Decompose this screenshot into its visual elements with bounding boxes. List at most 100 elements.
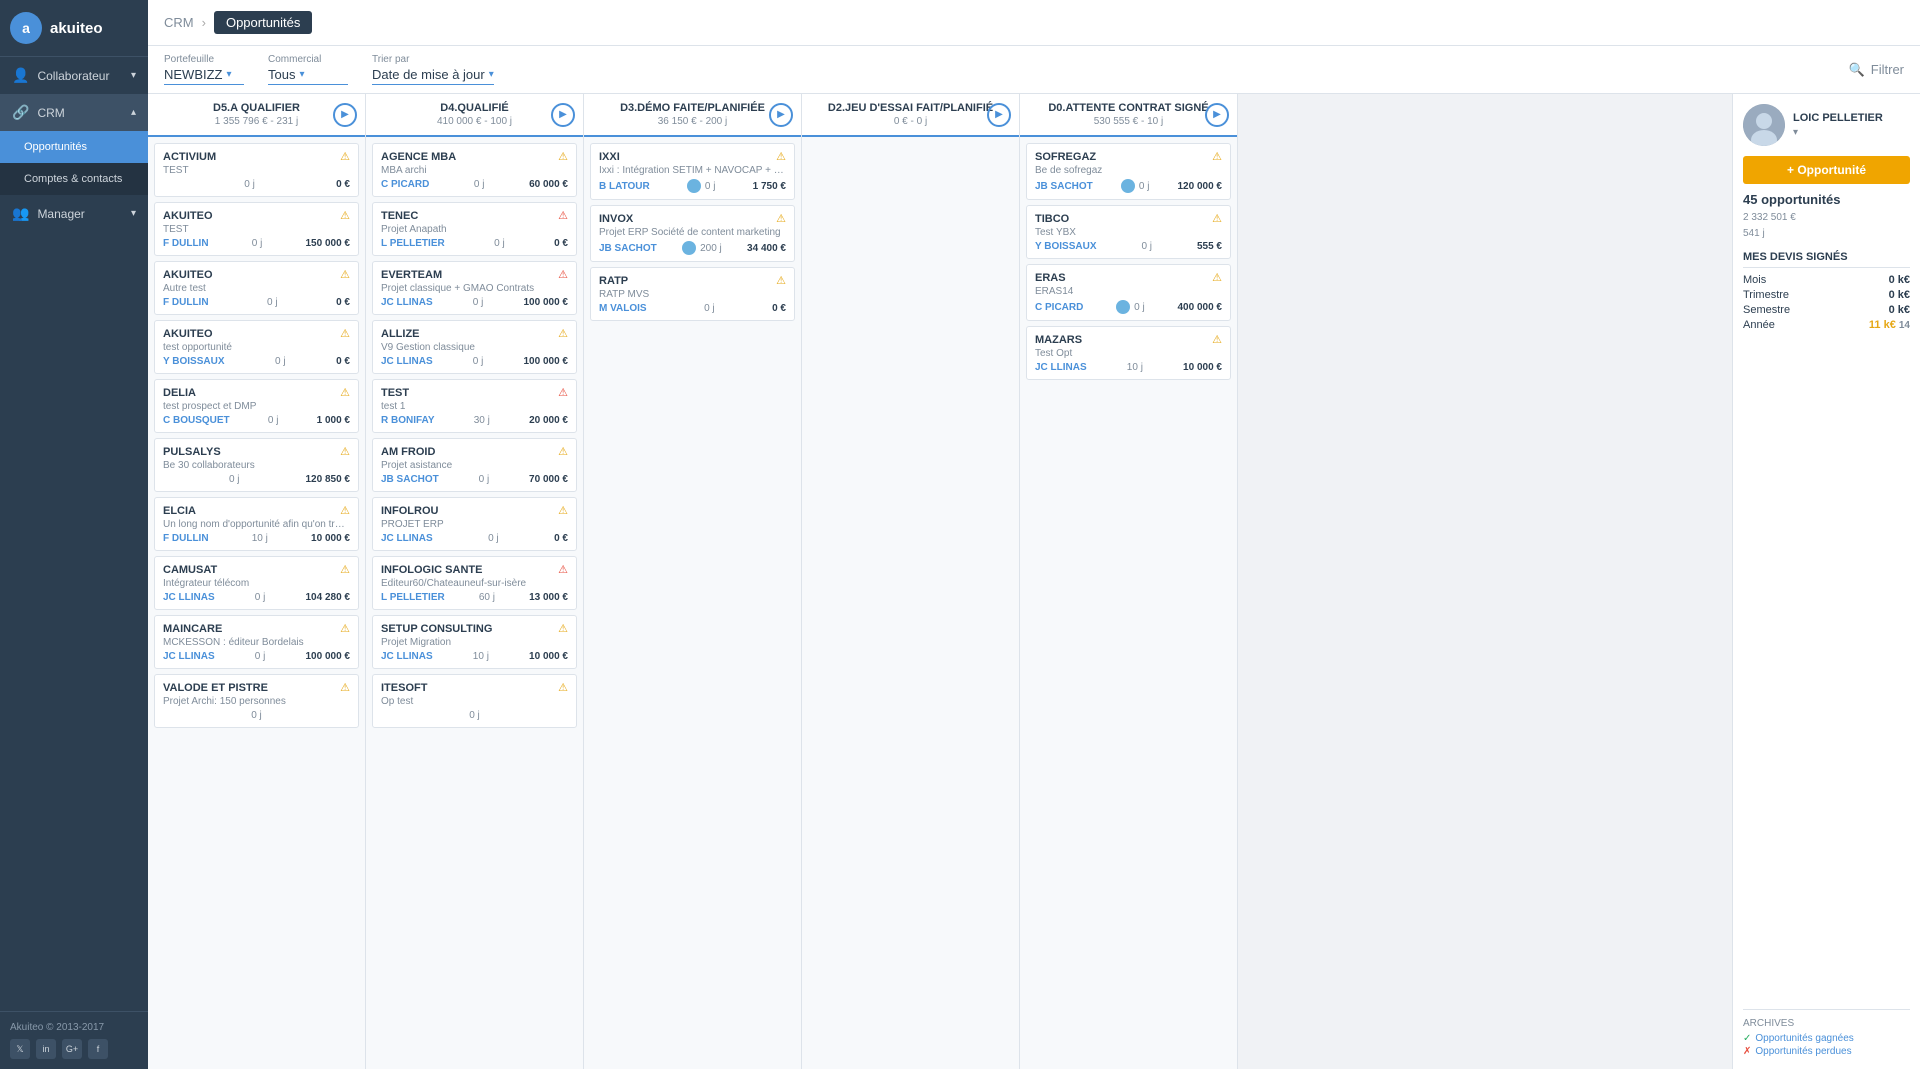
card-desc: test 1: [381, 401, 568, 412]
filter-search[interactable]: 🔍 Filtrer: [1849, 62, 1904, 78]
kanban-columns: D5.A QUALIFIER1 355 796 € - 231 j▶ACTIVI…: [148, 94, 1732, 1069]
user-menu-arrow[interactable]: ▾: [1793, 127, 1798, 138]
table-row[interactable]: AKUITEO⚠Autre testF DULLIN0 j0 €: [154, 261, 359, 315]
warn-icon: ⚠: [340, 268, 350, 281]
card-person: JB SACHOT: [599, 243, 657, 254]
card-amount: 13 000 €: [529, 592, 568, 603]
card-person: F DULLIN: [163, 297, 209, 308]
portefeuille-select[interactable]: NEWBIZZ ▾: [164, 67, 244, 85]
card-amount: 0 €: [336, 179, 350, 190]
collaborateur-icon: 👤: [12, 67, 29, 84]
warn-icon: ⚠: [776, 212, 786, 225]
table-row[interactable]: ALLIZE⚠V9 Gestion classiqueJC LLINAS0 j1…: [372, 320, 577, 374]
breadcrumb-crm[interactable]: CRM: [164, 15, 194, 30]
logo-text: akuiteo: [50, 20, 103, 37]
card-person: JC LLINAS: [163, 651, 215, 662]
breadcrumb-current[interactable]: Opportunités: [214, 11, 312, 34]
col-subtitle: 1 355 796 € - 231 j: [215, 116, 298, 127]
card-amount: 555 €: [1197, 241, 1222, 252]
card-desc: Be de sofregaz: [1035, 165, 1222, 176]
archives-perdues[interactable]: ✗ Opportunités perdues: [1743, 1046, 1910, 1057]
filter-label: Filtrer: [1871, 62, 1904, 77]
card-days: 0 j: [268, 415, 279, 426]
table-row[interactable]: SOFREGAZ⚠Be de sofregazJB SACHOT0 j120 0…: [1026, 143, 1231, 200]
table-row[interactable]: MAINCARE⚠MCKESSON : éditeur BordelaisJC …: [154, 615, 359, 669]
card-days: 0 j: [494, 238, 505, 249]
opportunites-days: 541 j: [1743, 228, 1765, 239]
linkedin-icon[interactable]: in: [36, 1039, 56, 1059]
col-play-button[interactable]: ▶: [333, 103, 357, 127]
col-subtitle: 0 € - 0 j: [894, 116, 927, 127]
card-company: EVERTEAM: [381, 269, 442, 281]
googleplus-icon[interactable]: G+: [62, 1039, 82, 1059]
card-days: 0 j: [1134, 302, 1145, 313]
col-play-button[interactable]: ▶: [551, 103, 575, 127]
table-row[interactable]: TENEC⚠Projet AnapathL PELLETIER0 j0 €: [372, 202, 577, 256]
chevron-down-icon: ▾: [131, 208, 136, 219]
card-desc: MCKESSON : éditeur Bordelais: [163, 637, 350, 648]
table-row[interactable]: PULSALYS⚠Be 30 collaborateurs0 j120 850 …: [154, 438, 359, 492]
table-row[interactable]: CAMUSAT⚠Intégrateur télécomJC LLINAS0 j1…: [154, 556, 359, 610]
table-row[interactable]: AKUITEO⚠TESTF DULLIN0 j150 000 €: [154, 202, 359, 256]
add-opportunite-button[interactable]: + Opportunité: [1743, 156, 1910, 184]
sidebar-item-crm[interactable]: 🔗 CRM ▴: [0, 94, 148, 131]
table-row[interactable]: TEST⚠test 1R BONIFAY30 j20 000 €: [372, 379, 577, 433]
col-play-button[interactable]: ▶: [987, 103, 1011, 127]
chevron-down-icon: ▾: [131, 70, 136, 81]
sidebar-item-manager[interactable]: 👥 Manager ▾: [0, 195, 148, 232]
table-row[interactable]: AM FROID⚠Projet asistanceJB SACHOT0 j70 …: [372, 438, 577, 492]
table-row[interactable]: EVERTEAM⚠Projet classique + GMAO Contrat…: [372, 261, 577, 315]
col-play-button[interactable]: ▶: [1205, 103, 1229, 127]
twitter-icon[interactable]: 𝕏: [10, 1039, 30, 1059]
card-desc: Ixxi : Intégration SETIM + NAVOCAP + Mig…: [599, 165, 786, 176]
table-row[interactable]: TIBCO⚠Test YBXY BOISSAUX0 j555 €: [1026, 205, 1231, 259]
archives-perdues-label: Opportunités perdues: [1755, 1046, 1851, 1057]
col-play-button[interactable]: ▶: [769, 103, 793, 127]
table-row[interactable]: DELIA⚠test prospect et DMPC BOUSQUET0 j1…: [154, 379, 359, 433]
table-row[interactable]: VALODE ET PISTRE⚠Projet Archi: 150 perso…: [154, 674, 359, 728]
table-row[interactable]: RATP⚠RATP MVSM VALOIS0 j0 €: [590, 267, 795, 321]
trier-select[interactable]: Date de mise à jour ▾: [372, 67, 494, 85]
warn-icon: ⚠: [340, 327, 350, 340]
archives-gagnees[interactable]: ✓ Opportunités gagnées: [1743, 1033, 1910, 1044]
card-amount: 120 850 €: [306, 474, 351, 485]
table-row[interactable]: IXXI⚠Ixxi : Intégration SETIM + NAVOCAP …: [590, 143, 795, 200]
card-amount: 0 €: [554, 238, 568, 249]
check-icon: ✓: [1743, 1033, 1751, 1044]
card-days: 0 j: [474, 179, 485, 190]
table-row[interactable]: INFOLROU⚠PROJET ERPJC LLINAS0 j0 €: [372, 497, 577, 551]
warn-icon: ⚠: [340, 563, 350, 576]
table-row[interactable]: ACTIVIUM⚠TEST0 j0 €: [154, 143, 359, 197]
sidebar-footer: Akuiteo © 2013-2017 𝕏 in G+ f: [0, 1011, 148, 1069]
table-row[interactable]: AGENCE MBA⚠MBA archiC PICARD0 j60 000 €: [372, 143, 577, 197]
sidebar-item-comptes-contacts[interactable]: Comptes & contacts: [0, 163, 148, 195]
card-amount: 100 000 €: [523, 297, 568, 308]
warn-icon: ⚠: [558, 504, 568, 517]
table-row[interactable]: AKUITEO⚠test opportunitéY BOISSAUX0 j0 €: [154, 320, 359, 374]
sidebar-item-collaborateur[interactable]: 👤 Collaborateur ▾: [0, 57, 148, 94]
table-row[interactable]: INFOLOGIC SANTE⚠Editeur60/Chateauneuf-su…: [372, 556, 577, 610]
table-row[interactable]: SETUP consulting⚠Projet MigrationJC LLIN…: [372, 615, 577, 669]
card-days: 0 j: [255, 651, 266, 662]
search-icon: 🔍: [1849, 62, 1865, 78]
card-company: SOFREGAZ: [1035, 151, 1096, 163]
user-name: LOIC PELLETIER: [1793, 112, 1883, 124]
card-company: TIBCO: [1035, 213, 1069, 225]
table-row[interactable]: ERAS⚠ERAS14C PICARD0 j400 000 €: [1026, 264, 1231, 321]
card-amount: 10 000 €: [311, 533, 350, 544]
card-days: 10 j: [252, 533, 268, 544]
card-company: ELCIA: [163, 505, 196, 517]
commercial-select[interactable]: Tous ▾: [268, 67, 348, 85]
card-desc: Projet Anapath: [381, 224, 568, 235]
stats-amount: 2 332 501 €: [1743, 209, 1910, 223]
table-row[interactable]: MAZARS⚠Test OptJC LLINAS10 j10 000 €: [1026, 326, 1231, 380]
table-row[interactable]: INVOX⚠Projet ERP Société de content mark…: [590, 205, 795, 262]
card-circle-icon: [1116, 300, 1130, 314]
opportunites-amount: 2 332 501 €: [1743, 212, 1796, 223]
archives-section: ARCHIVES ✓ Opportunités gagnées ✗ Opport…: [1743, 1009, 1910, 1059]
table-row[interactable]: ITESOFT⚠Op test0 j: [372, 674, 577, 728]
facebook-icon[interactable]: f: [88, 1039, 108, 1059]
sidebar-item-opportunites[interactable]: Opportunités: [0, 131, 148, 163]
table-row[interactable]: ELCIA⚠Un long nom d'opportunité afin qu'…: [154, 497, 359, 551]
card-amount: 104 280 €: [305, 592, 350, 603]
